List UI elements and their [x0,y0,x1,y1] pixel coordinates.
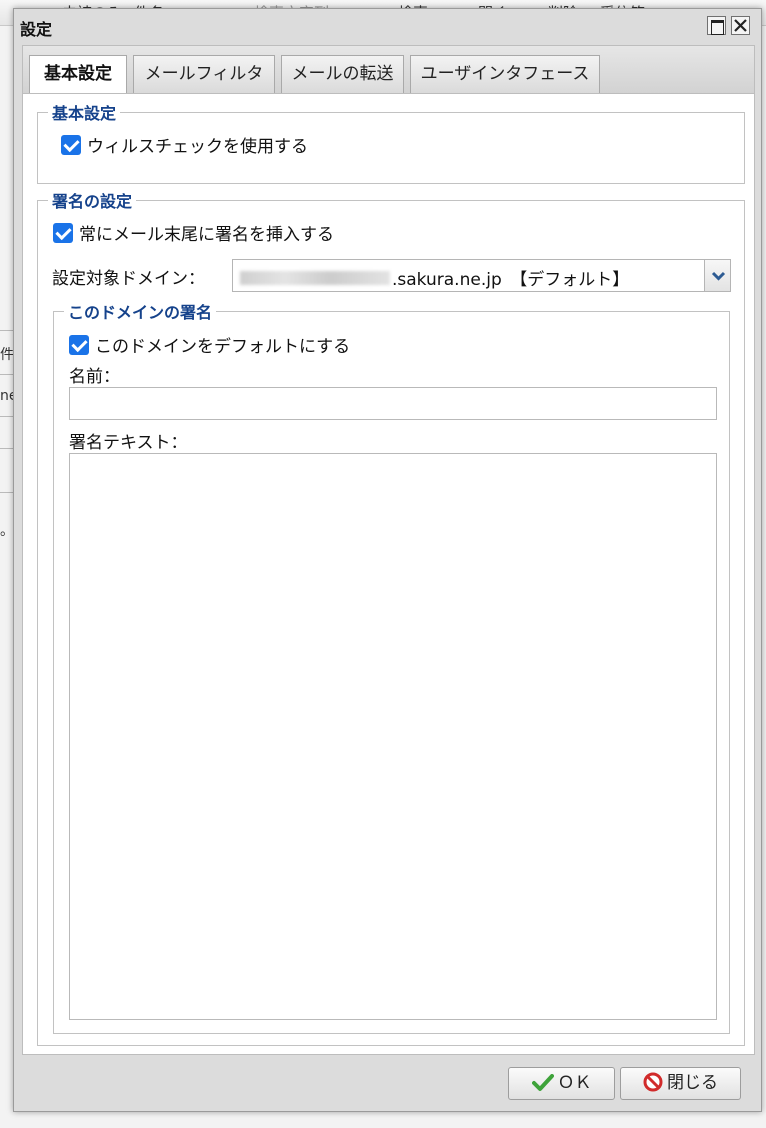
dialog-titlebar[interactable]: 設定 [14,9,761,45]
close-button-label: 閉じる [667,1073,718,1093]
domain-signature-legend: このドメインの署名 [68,303,213,322]
domain-label: 設定対象ドメイン： [52,269,205,289]
append-signature-checkbox[interactable] [53,223,73,243]
signature-text-label: 署名テキスト： [69,433,188,453]
bg-side-fragment: 件 [0,347,14,363]
bg-side-fragment: 。 [0,523,14,539]
domain-default-label: このドメインをデフォルトにする [95,337,351,357]
name-label: 名前： [69,367,120,387]
tab-basic-settings[interactable]: 基本設定 [29,55,127,96]
signature-settings-legend: 署名の設定 [52,192,133,211]
domain-select-trigger[interactable] [704,259,731,292]
name-input[interactable] [69,387,717,420]
bg-divider [0,330,14,331]
ok-button-label: ＯＫ [557,1073,592,1093]
bg-divider [0,492,14,493]
tab-content-basic: 基本設定 ウィルスチェックを使用する 署名の設定 常にメール末尾に署名を挿入する… [22,93,755,1055]
prohibited-icon [643,1072,663,1103]
ok-button[interactable]: ＯＫ [508,1067,615,1100]
maximize-icon[interactable] [707,16,726,35]
domain-select[interactable]: .sakura.ne.jp 【デフォルト】 [232,259,731,292]
bg-divider [0,416,14,417]
redacted-username [240,271,390,285]
checkmark-icon [531,1072,554,1103]
bg-divider [0,374,14,375]
signature-textarea[interactable] [69,453,717,1020]
settings-tabbar: 基本設定 メールフィルタ メールの転送 ユーザインタフェース [22,45,755,96]
tab-mail-forward[interactable]: メールの転送 [281,55,404,95]
append-signature-option[interactable]: 常にメール末尾に署名を挿入する [53,220,334,245]
chevron-down-icon [711,271,726,281]
tab-user-interface[interactable]: ユーザインタフェース [410,55,600,95]
append-signature-label: 常にメール末尾に署名を挿入する [79,225,334,245]
settings-dialog: 設定 基本設定 メールフィルタ メールの転送 ユーザインタフェース 基本設定 ウ… [13,8,762,1112]
domain-default-option[interactable]: このドメインをデフォルトにする [69,332,350,357]
domain-default-checkbox[interactable] [69,335,89,355]
domain-select-value: .sakura.ne.jp 【デフォルト】 [392,270,630,290]
virus-check-checkbox[interactable] [61,135,81,155]
virus-check-option[interactable]: ウィルスチェックを使用する [61,132,308,157]
tab-mail-filter[interactable]: メールフィルタ [133,55,275,95]
bg-divider [0,448,14,449]
virus-check-label: ウィルスチェックを使用する [87,137,308,157]
dialog-title: 設定 [20,20,53,39]
basic-settings-legend: 基本設定 [52,104,117,123]
close-icon[interactable] [731,16,750,35]
close-button[interactable]: 閉じる [620,1067,741,1100]
